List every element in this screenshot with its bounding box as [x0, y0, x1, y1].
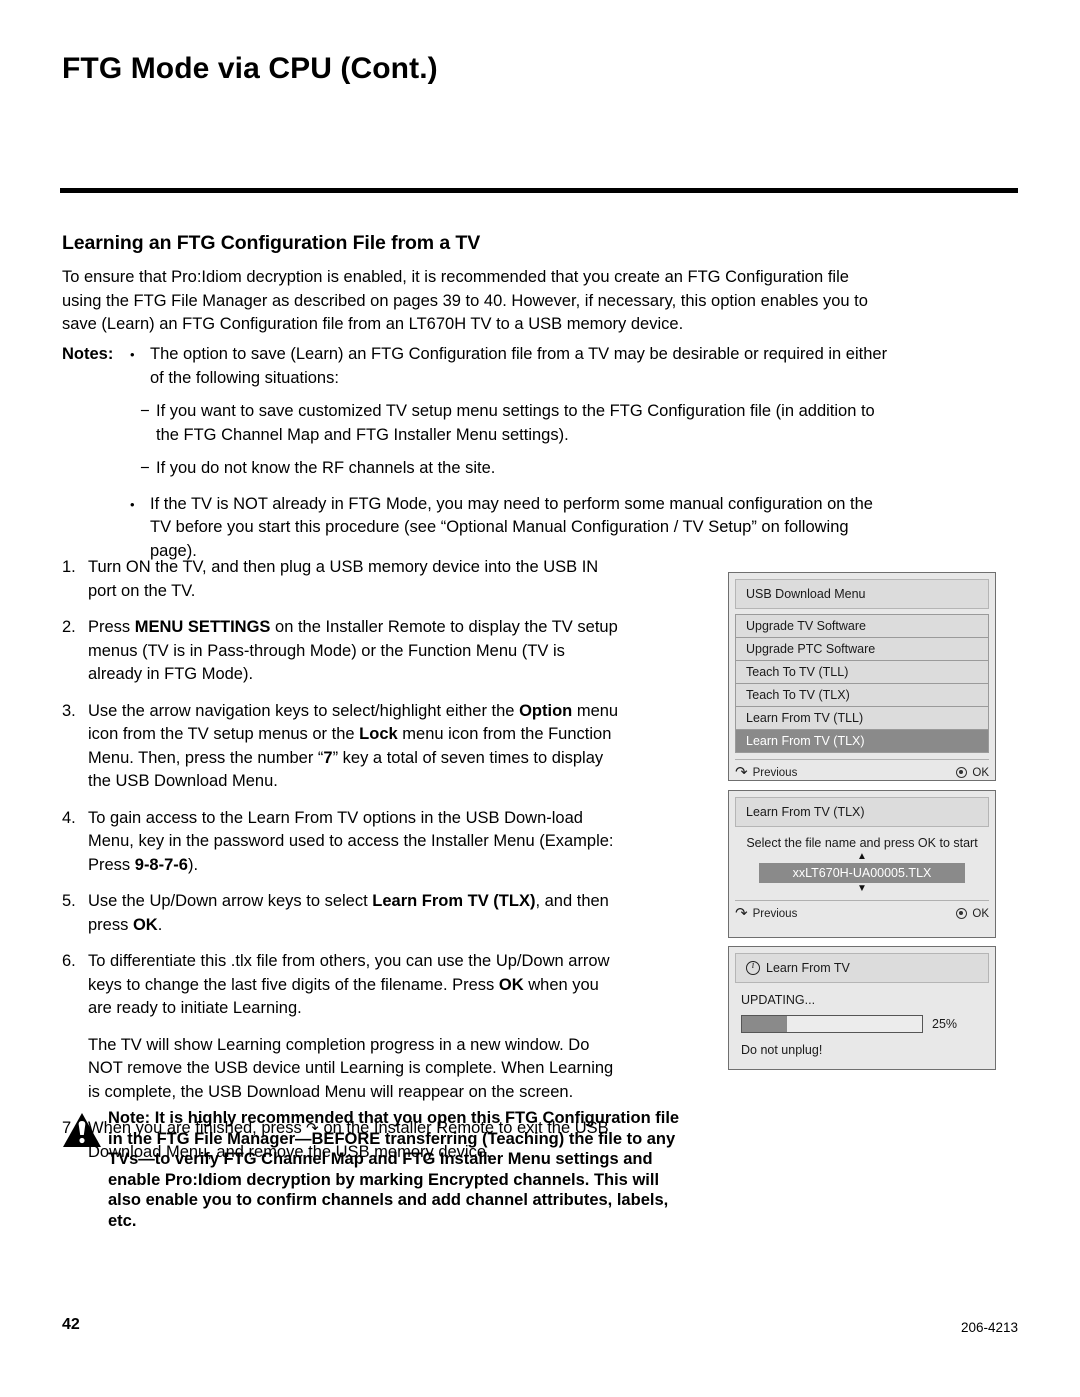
- osd-title: Learn From TV (TLX): [735, 797, 989, 827]
- step-number: 3.: [62, 701, 76, 720]
- previous-label: Previous: [752, 907, 798, 920]
- previous-label: Previous: [752, 766, 798, 779]
- previous-button[interactable]: ↶ Previous: [735, 764, 798, 781]
- document-page: FTG Mode via CPU (Cont.) Learning an FTG…: [0, 0, 1080, 1397]
- osd-footer: ↶ Previous OK: [735, 900, 989, 922]
- notes-item-2: If the TV is NOT already in FTG Mode, yo…: [150, 494, 873, 560]
- notes-sub-text-1: If you want to save customized TV setup …: [156, 402, 875, 444]
- osd-menu-item[interactable]: Upgrade PTC Software: [736, 638, 988, 661]
- progress-row: 25%: [741, 1015, 995, 1033]
- step-item: 2. Press MENU SETTINGS on the Installer R…: [62, 616, 622, 687]
- bullet-glyph: •: [130, 496, 135, 512]
- steps-host: 1. Turn ON the TV, and then plug a USB me…: [62, 556, 622, 1164]
- previous-button[interactable]: ↶ Previous: [735, 905, 798, 922]
- section-heading: Learning an FTG Configuration File from …: [62, 232, 481, 254]
- ok-button[interactable]: OK: [956, 767, 989, 779]
- osd-learn-from-tv-tlx: Learn From TV (TLX) Select the file name…: [728, 790, 996, 938]
- osd-menu-item[interactable]: Teach To TV (TLX): [736, 684, 988, 707]
- step-item: 5. Use the Up/Down arrow keys to select L…: [62, 890, 622, 937]
- osd-menu-item[interactable]: Teach To TV (TLL): [736, 661, 988, 684]
- ok-dot-icon: [956, 767, 968, 778]
- caution-note: Note: It is highly recommended that you …: [62, 1108, 682, 1231]
- notes-item-1: The option to save (Learn) an FTG Config…: [150, 345, 888, 387]
- notes-second-row: • If the TV is NOT already in FTG Mode, …: [62, 493, 892, 564]
- step-text: Use the arrow navigation keys to select/…: [88, 701, 619, 791]
- step-item: 3. Use the arrow navigation keys to selec…: [62, 700, 622, 794]
- progress-percent-label: 25%: [932, 1017, 958, 1031]
- ok-dot-icon: [956, 908, 968, 919]
- header-divider-rule: [60, 188, 1018, 193]
- step-item: 1. Turn ON the TV, and then plug a USB me…: [62, 556, 622, 603]
- warning-triangle-icon: [62, 1108, 108, 1153]
- back-arrow-icon: ↶: [735, 905, 748, 922]
- progress-status-label: UPDATING...: [741, 993, 816, 1007]
- step-text: Press MENU SETTINGS on the Installer Rem…: [88, 618, 618, 683]
- ok-label: OK: [972, 907, 989, 920]
- filename-field[interactable]: xxLT670H-UA00005.TLX: [759, 863, 965, 883]
- footer-page-number: 42: [62, 1316, 80, 1333]
- osd-title-label: Learn From TV: [766, 961, 850, 975]
- notes-first-row: Notes: • The option to save (Learn) an F…: [62, 343, 892, 390]
- osd-menu-list: Upgrade TV Software Upgrade PTC Software T…: [735, 614, 989, 753]
- osd-footer: ↶ Previous OK: [735, 759, 989, 781]
- osd-usb-download-menu: USB Download Menu Upgrade TV Software Upg…: [728, 572, 996, 781]
- osd-prompt: Select the file name and press OK to sta…: [746, 836, 978, 850]
- progress-bar-fill: [742, 1016, 787, 1032]
- step-number: 4.: [62, 808, 76, 827]
- osd-title: USB Download Menu: [735, 579, 989, 609]
- notes-sub-item-1: − If you want to save customized TV setu…: [140, 400, 892, 447]
- ok-label: OK: [972, 766, 989, 779]
- step-item: 4. To gain access to the Learn From TV op…: [62, 807, 622, 878]
- osd-menu-item[interactable]: Learn From TV (TLL): [736, 707, 988, 730]
- info-icon: [746, 960, 760, 975]
- progress-bar: [741, 1015, 923, 1033]
- page-title: FTG Mode via CPU (Cont.): [62, 52, 438, 85]
- step-item: 6. To differentiate this .tlx file from o…: [62, 950, 622, 1021]
- bullet-glyph: •: [130, 347, 135, 362]
- step-text: To differentiate this .tlx file from oth…: [88, 952, 610, 1017]
- footer-document-number: 206-4213: [960, 1320, 1018, 1335]
- notes-label: Notes:: [62, 345, 114, 363]
- caution-text: Note: It is highly recommended that you …: [108, 1109, 680, 1230]
- notes-sub-text-2: If you do not know the RF channels at th…: [156, 459, 496, 477]
- ok-button[interactable]: OK: [956, 908, 989, 920]
- osd-title: Learn From TV: [735, 953, 989, 983]
- notes-block: Notes: • The option to save (Learn) an F…: [62, 343, 892, 563]
- notes-sub-list: − If you want to save customized TV setu…: [62, 400, 892, 481]
- step-number: 5.: [62, 892, 76, 910]
- osd-menu-item[interactable]: Learn From TV (TLX): [736, 730, 988, 752]
- up-arrow-icon[interactable]: ▲: [745, 852, 979, 862]
- step-number: 6.: [62, 952, 76, 970]
- down-arrow-icon[interactable]: ▼: [745, 884, 979, 894]
- step-number: 2.: [62, 618, 76, 636]
- osd-learn-from-tv-progress: Learn From TV UPDATING... 25% Do not unp…: [728, 946, 996, 1070]
- step-6-continuation: The TV will show Learning completion pro…: [88, 1035, 614, 1101]
- dash-glyph: −: [140, 402, 150, 420]
- osd-menu-item[interactable]: Upgrade TV Software: [736, 615, 988, 638]
- intro-paragraph: To ensure that Pro:Idiom decryption is e…: [62, 268, 868, 333]
- notes-sub-item-2: − If you do not know the RF channels at …: [140, 457, 892, 481]
- dash-glyph: −: [140, 459, 150, 477]
- procedure-steps: 1. Turn ON the TV, and then plug a USB me…: [62, 556, 622, 1177]
- progress-footer-note: Do not unplug!: [741, 1043, 823, 1057]
- step-text: Use the Up/Down arrow keys to select Lea…: [88, 892, 609, 934]
- step-text: Turn ON the TV, and then plug a USB memo…: [88, 558, 599, 600]
- osd-body: Select the file name and press OK to sta…: [735, 827, 989, 894]
- back-arrow-icon: ↶: [735, 764, 748, 781]
- step-text: To gain access to the Learn From TV opti…: [88, 808, 614, 874]
- step-number: 1.: [62, 558, 76, 576]
